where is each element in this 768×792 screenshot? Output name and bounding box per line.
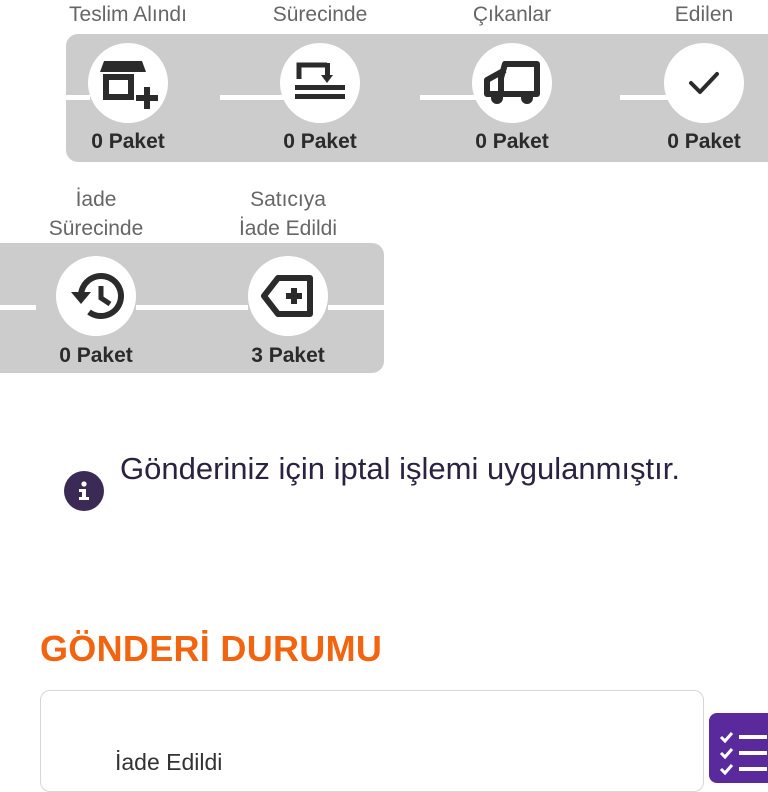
stage-label-completed: Edilen xyxy=(674,3,734,26)
label-line: İade xyxy=(75,188,117,211)
status-item: İade Edildi xyxy=(115,749,223,775)
stage-return-process[interactable] xyxy=(56,256,136,336)
history-icon xyxy=(71,273,124,319)
track-connector xyxy=(620,95,668,100)
checklist-icon xyxy=(719,732,767,776)
list-button[interactable] xyxy=(709,713,768,783)
stage-label-delivered: Teslim Alındı xyxy=(69,3,187,26)
track-connector xyxy=(328,305,384,310)
truck-icon xyxy=(484,61,540,104)
package-count: 0 Paket xyxy=(667,130,741,153)
shipment-status-card: İade Edildi xyxy=(40,690,704,792)
stage-label-in-process: Sürecinde xyxy=(272,3,368,26)
section-title: GÖNDERİ DURUMU xyxy=(40,628,383,669)
transfer-icon xyxy=(295,62,345,99)
label-line: Sürecinde xyxy=(48,217,144,240)
track-connector xyxy=(220,95,284,100)
stage-in-process[interactable] xyxy=(280,43,360,123)
stage-label-return-process: İade Sürecinde xyxy=(16,185,176,243)
check-icon xyxy=(689,72,719,94)
info-icon xyxy=(64,471,104,511)
track-connector xyxy=(66,95,90,100)
package-count: 0 Paket xyxy=(91,130,165,153)
stage-completed[interactable] xyxy=(664,43,744,123)
cancel-notice-text: Gönderiniz için iptal işlemi uygulanmışt… xyxy=(120,451,680,486)
package-count: 0 Paket xyxy=(59,344,133,367)
stage-delivered[interactable] xyxy=(88,43,168,123)
package-count: 0 Paket xyxy=(283,130,357,153)
return-tag-icon xyxy=(261,275,313,317)
label-line: İade Edildi xyxy=(238,217,338,240)
package-count: 0 Paket xyxy=(475,130,549,153)
stage-label-outgoing: Çıkanlar xyxy=(472,3,552,26)
track-connector xyxy=(136,305,248,310)
track-connector xyxy=(0,305,36,310)
stage-outgoing[interactable] xyxy=(472,43,552,123)
stage-returned-to-seller[interactable] xyxy=(248,256,328,336)
stage-label-returned-to-seller: Satıcıya İade Edildi xyxy=(208,185,368,243)
store-add-icon xyxy=(100,61,158,109)
label-line: Satıcıya xyxy=(250,188,326,211)
package-count: 3 Paket xyxy=(251,344,325,367)
track-connector xyxy=(420,95,476,100)
